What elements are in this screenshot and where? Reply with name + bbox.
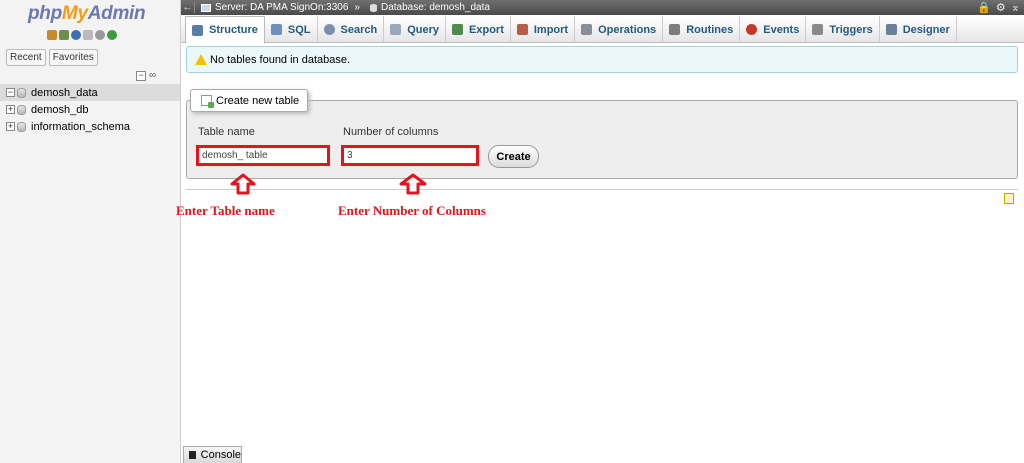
annotation-columns: Enter Number of Columns bbox=[338, 203, 486, 218]
tab-search[interactable]: Search bbox=[318, 16, 385, 43]
tab-structure[interactable]: Structure bbox=[185, 16, 265, 44]
breadcrumb-server[interactable]: Server: DA PMA SignOn:3306 bbox=[215, 2, 348, 13]
tree-controls: − ∞ bbox=[136, 70, 156, 81]
tab-routines[interactable]: Routines bbox=[663, 16, 741, 43]
tab-designer[interactable]: Designer bbox=[880, 16, 957, 43]
search-icon bbox=[323, 24, 335, 35]
home-icon[interactable] bbox=[47, 30, 57, 40]
create-button[interactable]: Create bbox=[488, 145, 539, 168]
tab-label: Triggers bbox=[829, 23, 873, 36]
tab-label: Export bbox=[469, 23, 504, 36]
database-icon bbox=[17, 104, 26, 115]
db-tree-item-label[interactable]: information_schema bbox=[31, 121, 130, 133]
topbar-controls: 🔒 ⚙ ⌅ bbox=[977, 1, 1020, 14]
export-icon bbox=[452, 24, 464, 35]
db-tree-item-label[interactable]: demosh_db bbox=[31, 104, 89, 116]
annotation-arrow-up-icon bbox=[399, 173, 427, 195]
wrench-icon bbox=[581, 24, 593, 35]
nav-quick-icons bbox=[47, 30, 117, 40]
tab-sql[interactable]: SQL bbox=[265, 16, 318, 43]
tab-export[interactable]: Export bbox=[446, 16, 511, 43]
tab-query[interactable]: Query bbox=[384, 16, 447, 43]
tab-triggers[interactable]: Triggers bbox=[806, 16, 880, 43]
collapse-icon[interactable]: − bbox=[6, 88, 15, 97]
nav-tabs: Recent Favorites bbox=[6, 49, 98, 66]
console-label: Console bbox=[200, 449, 241, 461]
console-icon bbox=[189, 451, 196, 459]
notice-text: No tables found in database. bbox=[210, 53, 351, 66]
breadcrumb-separator: » bbox=[354, 2, 360, 13]
main-tabs: Structure SQL Search Query Export Import… bbox=[181, 16, 1024, 44]
sql-icon bbox=[270, 24, 282, 35]
reload-icon[interactable] bbox=[107, 30, 117, 40]
page-note-icon[interactable] bbox=[1004, 193, 1014, 204]
table-name-input[interactable] bbox=[196, 145, 330, 166]
tab-label: Search bbox=[340, 23, 378, 36]
navigation-panel: phpMyAdmin Recent Favorites − ∞ − demosh… bbox=[0, 0, 181, 463]
clock-icon bbox=[746, 24, 758, 35]
expand-icon[interactable]: + bbox=[6, 105, 15, 114]
collapse-all-icon[interactable]: − bbox=[136, 70, 146, 81]
db-tree-item-information-schema[interactable]: + information_schema bbox=[0, 118, 180, 135]
link-with-main-icon[interactable]: ∞ bbox=[149, 70, 156, 81]
server-icon bbox=[201, 3, 211, 12]
tab-label: Import bbox=[533, 23, 569, 36]
docs-icon[interactable] bbox=[83, 30, 93, 40]
logout-icon[interactable] bbox=[59, 30, 69, 40]
divider bbox=[186, 189, 1018, 190]
expand-icon[interactable]: + bbox=[6, 122, 15, 131]
settings-icon[interactable] bbox=[95, 30, 105, 40]
designer-icon bbox=[885, 24, 897, 35]
back-arrow-icon[interactable]: ← bbox=[181, 2, 195, 13]
db-tree-item-label[interactable]: demosh_data bbox=[31, 87, 98, 99]
tab-operations[interactable]: Operations bbox=[575, 16, 664, 43]
console-tab[interactable]: Console bbox=[183, 446, 242, 463]
database-icon bbox=[369, 3, 377, 12]
tab-import[interactable]: Import bbox=[511, 16, 576, 43]
lock-icon[interactable]: 🔒 bbox=[977, 1, 991, 14]
tab-label: SQL bbox=[287, 23, 311, 36]
tab-label: Operations bbox=[598, 23, 657, 36]
phpmyadmin-logo[interactable]: phpMyAdmin bbox=[28, 3, 146, 25]
tab-label: Structure bbox=[209, 24, 258, 36]
create-table-fieldset bbox=[186, 100, 1018, 179]
database-tree: − demosh_data + demosh_db + information_… bbox=[0, 84, 180, 135]
collapse-up-icon[interactable]: ⌅ bbox=[1011, 1, 1020, 14]
breadcrumb-bar: ← Server: DA PMA SignOn:3306 » Database:… bbox=[181, 0, 1024, 15]
database-icon bbox=[17, 121, 26, 132]
triggers-icon bbox=[812, 24, 824, 35]
tab-label: Designer bbox=[902, 23, 950, 36]
tab-label: Query bbox=[407, 23, 440, 36]
recent-tab[interactable]: Recent bbox=[6, 49, 46, 66]
columns-label: Number of columns bbox=[343, 126, 439, 138]
database-icon bbox=[17, 87, 26, 98]
new-table-icon bbox=[201, 95, 214, 108]
notice-message: No tables found in database. bbox=[186, 46, 1018, 73]
create-table-legend: Create new table bbox=[190, 89, 309, 112]
tab-label: Events bbox=[763, 23, 800, 36]
structure-icon bbox=[192, 24, 203, 36]
annotation-table-name: Enter Table name bbox=[176, 203, 275, 218]
breadcrumb-database[interactable]: Database: demosh_data bbox=[381, 2, 490, 13]
num-columns-input[interactable] bbox=[341, 145, 479, 166]
table-name-label: Table name bbox=[198, 126, 255, 138]
query-icon bbox=[390, 24, 402, 35]
import-icon bbox=[516, 24, 528, 35]
favorites-tab[interactable]: Favorites bbox=[48, 49, 98, 66]
tab-label: Routines bbox=[686, 23, 734, 36]
db-tree-item-demosh-db[interactable]: + demosh_db bbox=[0, 101, 180, 118]
help-icon[interactable] bbox=[71, 30, 81, 40]
warning-icon bbox=[195, 54, 207, 65]
legend-text: Create new table bbox=[216, 94, 300, 107]
gear-icon[interactable]: ⚙ bbox=[996, 1, 1006, 14]
annotation-arrow-up-icon bbox=[230, 173, 256, 195]
tab-events[interactable]: Events bbox=[740, 16, 807, 43]
routines-icon bbox=[669, 24, 681, 35]
db-tree-item-demosh-data[interactable]: − demosh_data bbox=[0, 84, 180, 101]
